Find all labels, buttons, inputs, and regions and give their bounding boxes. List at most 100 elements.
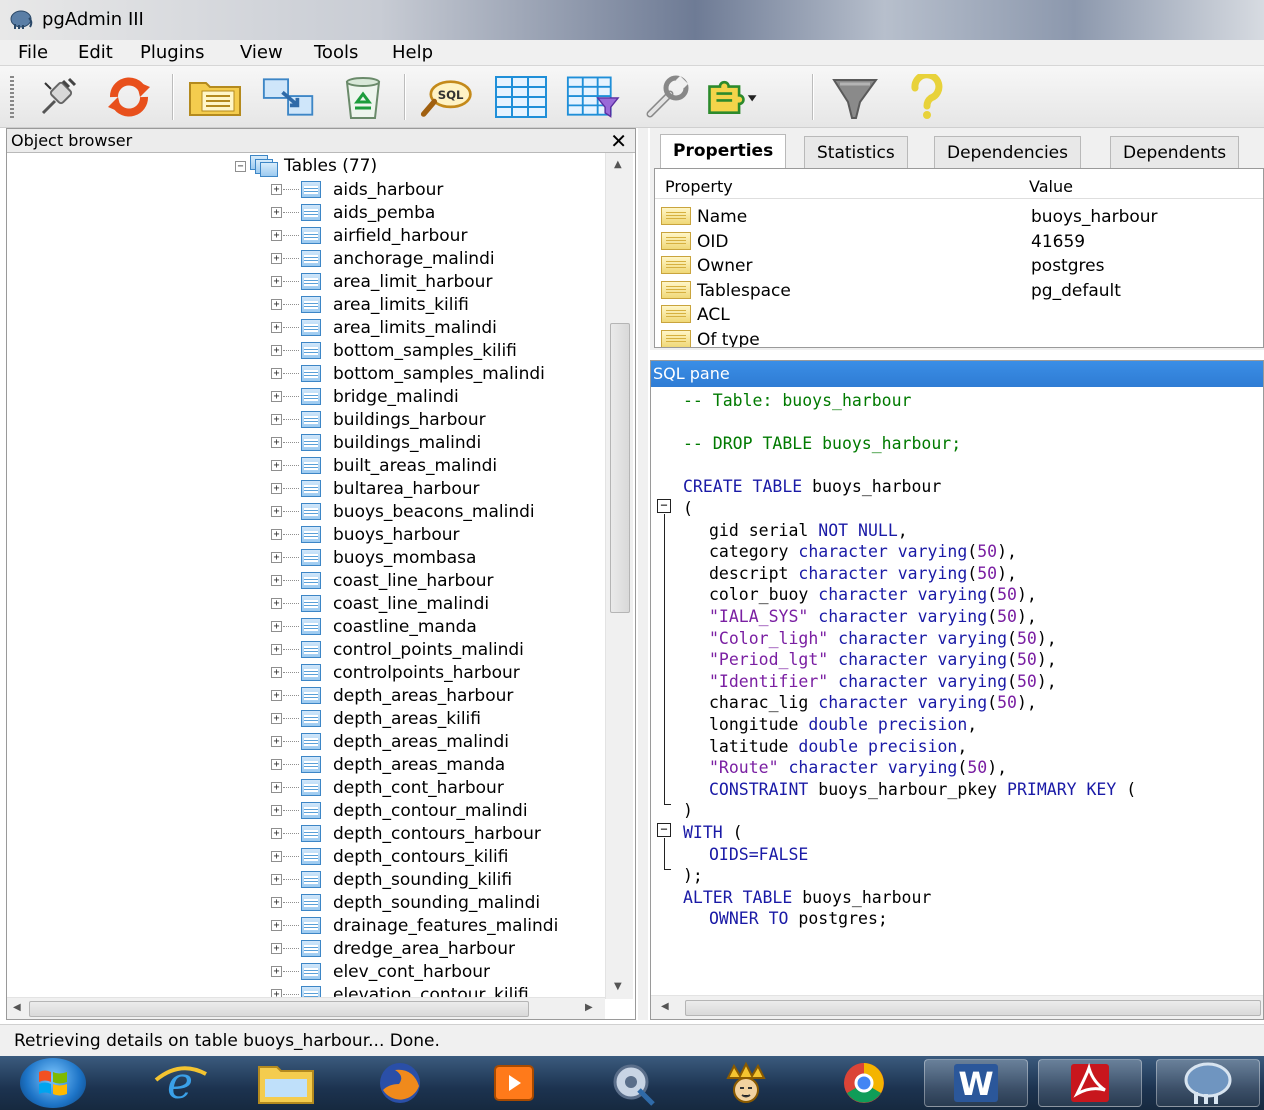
taskbar-internet-explorer[interactable]: e: [128, 1059, 232, 1107]
scroll-left-arrow-icon[interactable]: ◀: [661, 1001, 669, 1012]
expand-icon[interactable]: +: [271, 713, 282, 724]
expand-icon[interactable]: +: [271, 943, 282, 954]
create-object-button[interactable]: [262, 72, 316, 122]
menu-help[interactable]: Help: [388, 42, 437, 63]
tree-item[interactable]: + buildings_malindi: [271, 431, 481, 454]
tree-item-label[interactable]: area_limits_kilifi: [333, 295, 469, 315]
sql-horizontal-scrollbar[interactable]: ◀: [651, 995, 1263, 1019]
tree-item[interactable]: + area_limit_harbour: [271, 270, 492, 293]
taskbar-word[interactable]: W: [924, 1059, 1028, 1107]
tree-item[interactable]: + bottom_samples_malindi: [271, 362, 545, 385]
scrollbar-thumb[interactable]: [29, 1001, 529, 1017]
expand-icon[interactable]: +: [271, 184, 282, 195]
tree-item[interactable]: + dredge_area_harbour: [271, 937, 515, 960]
expand-icon[interactable]: +: [271, 805, 282, 816]
tree-item-label[interactable]: depth_contours_kilifi: [333, 847, 508, 867]
tree-item[interactable]: + drainage_features_malindi: [271, 914, 558, 937]
tree-item[interactable]: + bultarea_harbour: [271, 477, 480, 500]
taskbar-media-player[interactable]: [462, 1059, 566, 1107]
tree-item[interactable]: + buoys_beacons_malindi: [271, 500, 535, 523]
scroll-up-arrow-icon[interactable]: ▲: [614, 159, 622, 170]
tree-item[interactable]: + depth_contours_harbour: [271, 822, 541, 845]
tree-item[interactable]: + depth_cont_harbour: [271, 776, 504, 799]
tree-item-label[interactable]: buoys_mombasa: [333, 548, 476, 568]
refresh-button[interactable]: [102, 72, 156, 122]
tree-item[interactable]: + aids_harbour: [271, 178, 443, 201]
tree-item-label[interactable]: aids_pemba: [333, 203, 435, 223]
tree-item-label[interactable]: dredge_area_harbour: [333, 939, 515, 959]
menu-file[interactable]: File: [14, 42, 52, 63]
scrollbar-thumb[interactable]: [610, 323, 630, 613]
properties-list[interactable]: Property Value Name buoys_harbour OID 41659…: [654, 168, 1264, 348]
taskbar-file-explorer[interactable]: [234, 1059, 338, 1107]
tree-item-label[interactable]: anchorage_malindi: [333, 249, 495, 269]
expand-icon[interactable]: +: [271, 460, 282, 471]
expand-icon[interactable]: +: [271, 253, 282, 264]
tree-item[interactable]: + elev_cont_harbour: [271, 960, 490, 983]
expand-icon[interactable]: +: [271, 966, 282, 977]
tree-item-label[interactable]: buoys_beacons_malindi: [333, 502, 535, 522]
expand-icon[interactable]: +: [271, 874, 282, 885]
tree-item[interactable]: + buoys_mombasa: [271, 546, 476, 569]
tree-item-label[interactable]: buildings_malindi: [333, 433, 481, 453]
tree-item-label[interactable]: coastline_manda: [333, 617, 477, 637]
expand-icon[interactable]: +: [271, 920, 282, 931]
fold-collapse-icon[interactable]: −: [657, 499, 671, 513]
menu-edit[interactable]: Edit: [74, 42, 117, 63]
expand-icon[interactable]: +: [271, 391, 282, 402]
expand-icon[interactable]: +: [271, 322, 282, 333]
pane-splitter[interactable]: [638, 128, 648, 1020]
tree-item-label[interactable]: airfield_harbour: [333, 226, 467, 246]
scroll-right-arrow-icon[interactable]: ▶: [585, 1002, 593, 1013]
tree-item[interactable]: + area_limits_malindi: [271, 316, 497, 339]
tab-dependencies[interactable]: Dependencies: [934, 136, 1081, 168]
expand-icon[interactable]: +: [271, 207, 282, 218]
tree-item-label[interactable]: bridge_malindi: [333, 387, 459, 407]
tree-item[interactable]: + depth_areas_malindi: [271, 730, 509, 753]
menu-tools[interactable]: Tools: [310, 42, 362, 63]
sql-query-button[interactable]: SQL: [420, 72, 474, 122]
expand-icon[interactable]: +: [271, 345, 282, 356]
tree-item-label[interactable]: depth_sounding_kilifi: [333, 870, 512, 890]
maintenance-button[interactable]: [640, 72, 694, 122]
tree-item[interactable]: + anchorage_malindi: [271, 247, 495, 270]
tree-item[interactable]: + buoys_harbour: [271, 523, 460, 546]
tree-item-label[interactable]: aids_harbour: [333, 180, 443, 200]
taskbar-pgadmin[interactable]: [1156, 1059, 1260, 1107]
tree-item-label[interactable]: built_areas_malindi: [333, 456, 497, 476]
collapse-icon[interactable]: −: [235, 160, 246, 172]
tree-node-tables[interactable]: − Tables (77): [235, 155, 377, 177]
tree-item-label[interactable]: depth_sounding_malindi: [333, 893, 540, 913]
view-filtered-data-button[interactable]: [566, 72, 620, 122]
expand-icon[interactable]: +: [271, 690, 282, 701]
tree-item[interactable]: + buildings_harbour: [271, 408, 486, 431]
tab-dependents[interactable]: Dependents: [1110, 136, 1240, 168]
tree-item[interactable]: + coastline_manda: [271, 615, 477, 638]
plugins-button[interactable]: [706, 72, 760, 122]
expand-icon[interactable]: +: [271, 552, 282, 563]
taskbar-control-panel[interactable]: [580, 1059, 684, 1107]
tree-item-label[interactable]: coast_line_harbour: [333, 571, 494, 591]
tree-item[interactable]: + airfield_harbour: [271, 224, 467, 247]
tree-horizontal-scrollbar[interactable]: ◀ ▶: [7, 997, 605, 1019]
tree-item-label[interactable]: bultarea_harbour: [333, 479, 480, 499]
tree-item[interactable]: + depth_sounding_malindi: [271, 891, 540, 914]
tree-item[interactable]: + area_limits_kilifi: [271, 293, 469, 316]
expand-icon[interactable]: +: [271, 299, 282, 310]
tree-item-label[interactable]: bottom_samples_kilifi: [333, 341, 517, 361]
tree-item-label[interactable]: depth_areas_malindi: [333, 732, 509, 752]
toolbar-grip[interactable]: [10, 76, 14, 118]
scroll-left-arrow-icon[interactable]: ◀: [13, 1002, 21, 1013]
expand-icon[interactable]: +: [271, 828, 282, 839]
tree-item[interactable]: + built_areas_malindi: [271, 454, 497, 477]
tree-item-label[interactable]: area_limit_harbour: [333, 272, 492, 292]
tree-item-label[interactable]: bottom_samples_malindi: [333, 364, 545, 384]
tree-item[interactable]: + control_points_malindi: [271, 638, 524, 661]
column-header-property[interactable]: Property: [665, 177, 733, 196]
tree-item[interactable]: + coast_line_harbour: [271, 569, 494, 592]
expand-icon[interactable]: +: [271, 529, 282, 540]
tab-properties[interactable]: Properties: [660, 134, 787, 170]
property-row[interactable]: OID 41659: [655, 230, 1261, 254]
tree-vertical-scrollbar[interactable]: ▲ ▼: [605, 153, 633, 999]
expand-icon[interactable]: +: [271, 598, 282, 609]
